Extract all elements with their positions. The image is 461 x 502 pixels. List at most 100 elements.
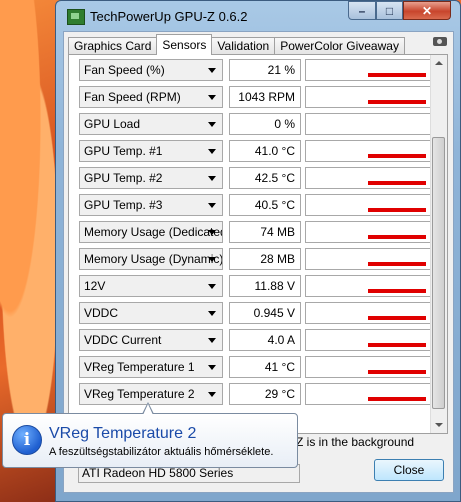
info-icon: i — [12, 425, 42, 455]
tab-powercolor-giveaway[interactable]: PowerColor Giveaway — [274, 37, 405, 55]
sensor-value: 29 °C — [229, 383, 301, 405]
sensor-graph — [305, 275, 435, 297]
scroll-down-arrow-icon[interactable] — [431, 417, 447, 433]
sensor-row: Memory Usage (Dedicated) 74 MB — [79, 221, 435, 245]
sensor-graph-bar — [368, 208, 426, 212]
sensor-name-dropdown[interactable]: VDDC — [79, 302, 223, 324]
sensor-value: 21 % — [229, 59, 301, 81]
dropdown-arrow-icon — [208, 203, 216, 208]
sensor-name-label: GPU Temp. #2 — [84, 171, 163, 185]
tab-strip: Graphics Card Sensors Validation PowerCo… — [68, 34, 405, 55]
sensor-name-dropdown[interactable]: Memory Usage (Dedicated) — [79, 221, 223, 243]
sensor-row: 12V 11.88 V — [79, 275, 435, 299]
sensor-name-dropdown[interactable]: GPU Temp. #2 — [79, 167, 223, 189]
sensor-name-dropdown[interactable]: Memory Usage (Dynamic) — [79, 248, 223, 270]
background-mode-text: Z is in the background — [296, 435, 415, 449]
sensor-name-dropdown[interactable]: GPU Temp. #3 — [79, 194, 223, 216]
sensor-graph-bar — [368, 181, 426, 185]
tab-validation[interactable]: Validation — [211, 37, 276, 55]
sensor-tooltip: i VReg Temperature 2 A feszültségstabili… — [2, 413, 298, 468]
sensor-graph — [305, 221, 435, 243]
scroll-up-arrow-icon[interactable] — [431, 55, 447, 71]
camera-icon[interactable] — [433, 37, 447, 46]
dropdown-arrow-icon — [208, 392, 216, 397]
sensor-graph — [305, 194, 435, 216]
scrollbar-thumb[interactable] — [432, 137, 445, 409]
dropdown-arrow-icon — [208, 68, 216, 73]
sensor-row: GPU Temp. #3 40.5 °C — [79, 194, 435, 218]
sensor-value: 42.5 °C — [229, 167, 301, 189]
sensor-graph-bar — [368, 73, 426, 77]
dropdown-arrow-icon — [208, 338, 216, 343]
close-button[interactable]: Close — [374, 459, 444, 481]
sensor-graph — [305, 248, 435, 270]
sensor-name-label: GPU Load — [84, 117, 141, 131]
maximize-button[interactable]: □ — [376, 1, 403, 20]
sensor-row: Fan Speed (RPM) 1043 RPM — [79, 86, 435, 110]
dropdown-arrow-icon — [208, 284, 216, 289]
sensor-value: 28 MB — [229, 248, 301, 270]
window-close-button[interactable]: ✕ — [403, 1, 451, 20]
sensor-value: 40.5 °C — [229, 194, 301, 216]
dropdown-arrow-icon — [208, 122, 216, 127]
sensor-value: 41.0 °C — [229, 140, 301, 162]
tab-sensors[interactable]: Sensors — [156, 34, 213, 55]
sensor-name-label: VDDC — [84, 306, 119, 320]
sensor-graph-bar — [368, 289, 426, 293]
sensor-graph-bar — [368, 370, 426, 374]
sensor-graph — [305, 86, 435, 108]
sensor-name-label: Memory Usage (Dynamic) — [84, 252, 223, 266]
sensor-name-dropdown[interactable]: 12V — [79, 275, 223, 297]
sensor-graph-bar — [368, 100, 426, 104]
dropdown-arrow-icon — [208, 311, 216, 316]
sensor-row: GPU Temp. #2 42.5 °C — [79, 167, 435, 191]
minimize-button[interactable]: – — [348, 1, 376, 20]
dropdown-arrow-icon — [208, 149, 216, 154]
sensor-graph — [305, 113, 435, 135]
dropdown-arrow-icon — [208, 95, 216, 100]
sensor-graph-bar — [368, 316, 426, 320]
tooltip-title: VReg Temperature 2 — [49, 425, 197, 442]
sensor-name-label: VReg Temperature 2 — [84, 387, 195, 401]
vertical-scrollbar[interactable] — [430, 55, 447, 433]
sensor-row: VDDC Current 4.0 A — [79, 329, 435, 353]
sensor-value: 11.88 V — [229, 275, 301, 297]
sensor-row: Fan Speed (%) 21 % — [79, 59, 435, 83]
sensor-name-dropdown[interactable]: Fan Speed (%) — [79, 59, 223, 81]
sensor-value: 74 MB — [229, 221, 301, 243]
sensor-row: Memory Usage (Dynamic) 28 MB — [79, 248, 435, 272]
title-bar[interactable]: TechPowerUp GPU-Z 0.6.2 – □ ✕ — [56, 1, 460, 31]
sensor-row: VReg Temperature 1 41 °C — [79, 356, 435, 380]
gpuz-app-icon — [67, 9, 85, 25]
tab-graphics-card[interactable]: Graphics Card — [68, 37, 158, 55]
sensor-name-dropdown[interactable]: VReg Temperature 1 — [79, 356, 223, 378]
tooltip-body: A feszültségstabilizátor aktuális hőmérs… — [49, 446, 274, 458]
sensor-name-dropdown[interactable]: Fan Speed (RPM) — [79, 86, 223, 108]
sensor-graph-bar — [368, 397, 426, 401]
sensor-row: GPU Load 0 % — [79, 113, 435, 137]
sensor-name-dropdown[interactable]: GPU Temp. #1 — [79, 140, 223, 162]
sensor-row: VReg Temperature 2 29 °C — [79, 383, 435, 407]
sensor-name-label: GPU Temp. #3 — [84, 198, 163, 212]
sensor-name-label: GPU Temp. #1 — [84, 144, 163, 158]
sensor-name-dropdown[interactable]: VDDC Current — [79, 329, 223, 351]
window-title: TechPowerUp GPU-Z 0.6.2 — [90, 9, 248, 24]
dropdown-arrow-icon — [208, 176, 216, 181]
sensor-graph-bar — [368, 343, 426, 347]
sensor-value: 0.945 V — [229, 302, 301, 324]
dropdown-arrow-icon — [208, 365, 216, 370]
sensor-name-label: VReg Temperature 1 — [84, 360, 195, 374]
sensor-value: 4.0 A — [229, 329, 301, 351]
sensor-name-dropdown[interactable]: GPU Load — [79, 113, 223, 135]
sensor-name-label: Memory Usage (Dedicated) — [84, 225, 223, 239]
sensor-graph — [305, 59, 435, 81]
sensor-graph — [305, 140, 435, 162]
sensor-name-label: Fan Speed (%) — [84, 63, 165, 77]
sensors-panel: Fan Speed (%) 21 % Fan Speed (RPM) 1043 RPM… — [68, 54, 448, 434]
sensor-graph-bar — [368, 154, 426, 158]
sensor-value: 0 % — [229, 113, 301, 135]
sensor-graph — [305, 167, 435, 189]
dropdown-arrow-icon — [208, 230, 216, 235]
tooltip-tail-inner — [143, 404, 153, 415]
sensor-graph — [305, 356, 435, 378]
